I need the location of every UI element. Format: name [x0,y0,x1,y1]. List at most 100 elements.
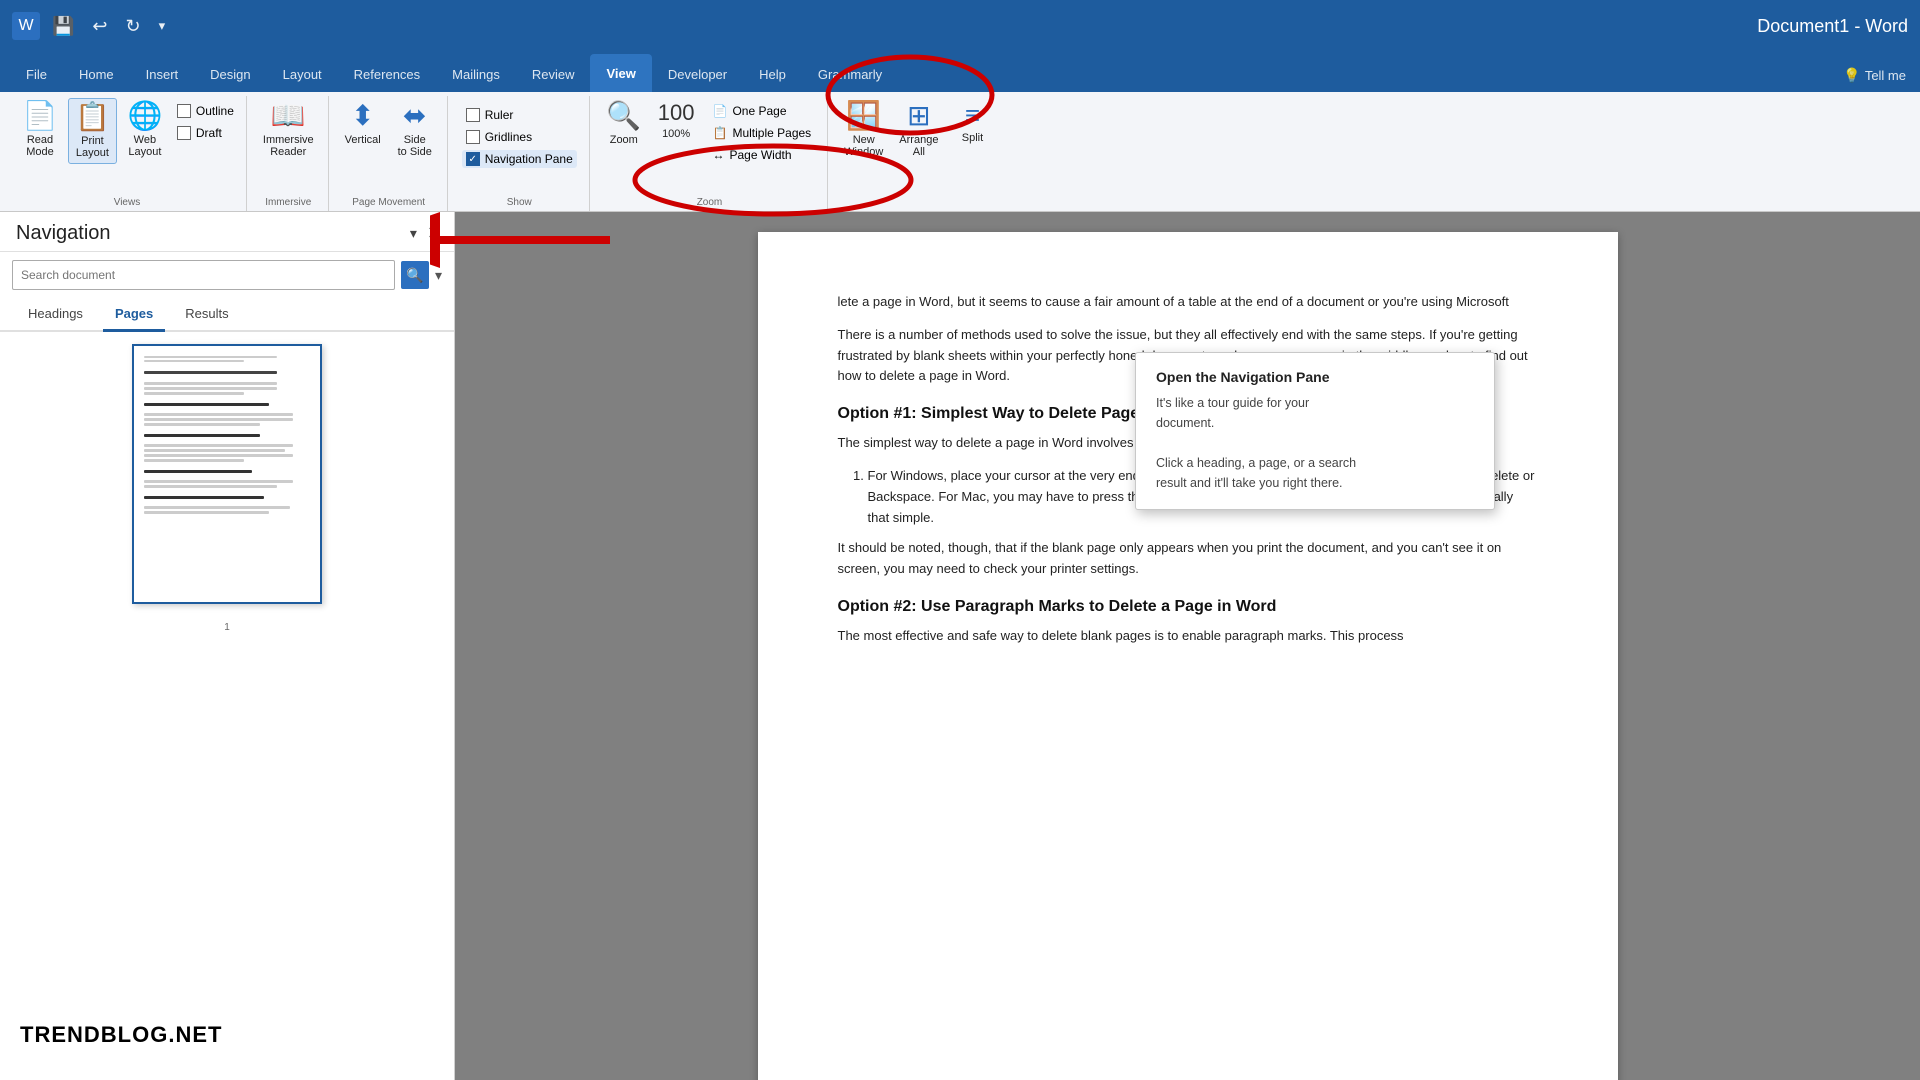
arrange-all-button[interactable]: ⊞ ArrangeAll [893,98,944,162]
vertical-button[interactable]: ⬍ Vertical [339,98,387,150]
redo-button[interactable]: ↻ [120,14,147,39]
page-width-button[interactable]: ↔ Page Width [709,146,816,164]
immersive-reader-icon: 📖 [271,102,306,130]
immersive-reader-button[interactable]: 📖 ImmersiveReader [257,98,320,162]
nav-search-dropdown[interactable]: ▾ [435,267,442,284]
thumbnail-content [134,346,320,524]
save-button[interactable]: 💾 [46,14,80,39]
tab-references[interactable]: References [338,56,436,92]
zoom-100-button[interactable]: 100 100% [652,98,701,144]
tab-mailings[interactable]: Mailings [436,56,516,92]
tell-me-search[interactable]: 💡 Tell me [1829,59,1920,92]
zoom-100-icon: 100 [658,102,695,124]
nav-page-thumbnail[interactable] [132,344,322,604]
zoom-options: 📄 One Page 📋 Multiple Pages ↔ Page Width [705,98,820,168]
tooltip-popup: Open the Navigation Pane It's like a tou… [1135,352,1495,510]
multiple-pages-button[interactable]: 📋 Multiple Pages [709,124,816,142]
tab-developer[interactable]: Developer [652,56,743,92]
show-group-label: Show [458,193,581,211]
undo-button[interactable]: ↩ [86,14,113,39]
zoom-group-label: Zoom [600,193,819,211]
outline-checkbox[interactable]: Outline [173,102,238,120]
ribbon-panel: 📄 ReadMode 📋 PrintLayout 🌐 WebLayout Out… [0,92,1920,212]
nav-pane-dropdown-arrow[interactable]: ▾ [410,225,417,242]
tab-home[interactable]: Home [63,56,130,92]
read-mode-button[interactable]: 📄 ReadMode [16,98,64,162]
side-to-side-button[interactable]: ⬌ Sideto Side [391,98,439,162]
tab-design[interactable]: Design [194,56,266,92]
views-buttons: 📄 ReadMode 📋 PrintLayout 🌐 WebLayout Out… [16,98,238,193]
nav-pane-close-button[interactable]: ✕ [427,223,442,244]
ruler-label: Ruler [485,108,514,122]
gridlines-label: Gridlines [485,130,532,144]
ribbon-group-zoom: 🔍 Zoom 100 100% 📄 One Page 📋 Multiple Pa… [592,96,828,211]
print-layout-label: PrintLayout [76,135,109,159]
gridlines-checkbox[interactable]: Gridlines [462,128,577,146]
zoom-buttons: 🔍 Zoom 100 100% 📄 One Page 📋 Multiple Pa… [600,98,819,193]
zoom-icon: 🔍 [606,102,641,130]
new-window-button[interactable]: 🪟 NewWindow [838,98,889,162]
one-page-label: One Page [732,104,786,118]
outline-checkbox-box [177,104,191,118]
customize-button[interactable]: ▾ [153,16,172,36]
draft-label: Draft [196,126,222,140]
draft-checkbox-box [177,126,191,140]
tab-layout[interactable]: Layout [267,56,338,92]
nav-tab-pages[interactable]: Pages [103,298,165,332]
one-page-button[interactable]: 📄 One Page [709,102,816,120]
vertical-label: Vertical [345,134,381,146]
arrange-all-label: ArrangeAll [899,134,938,158]
navigation-pane-checkbox-box: ✓ [466,152,480,166]
vertical-icon: ⬍ [351,102,374,130]
nav-tab-results[interactable]: Results [173,298,240,330]
tab-review[interactable]: Review [516,56,591,92]
side-to-side-icon: ⬌ [403,102,426,130]
nav-search-input[interactable] [12,260,395,290]
zoom-label: Zoom [610,134,638,146]
show-checkboxes: Ruler Gridlines ✓ Navigation Pane [458,98,581,176]
nav-pane-header: Navigation ▾ ✕ [0,212,454,252]
immersive-buttons: 📖 ImmersiveReader [257,98,320,193]
split-button[interactable]: ≡ Split [948,98,996,148]
nav-tabs: Headings Pages Results [0,298,454,332]
immersive-reader-label: ImmersiveReader [263,134,314,158]
multiple-pages-label: Multiple Pages [732,126,811,140]
draft-checkbox[interactable]: Draft [173,124,238,142]
ribbon-group-show: Ruler Gridlines ✓ Navigation Pane Show [450,96,590,211]
navigation-pane-checkbox[interactable]: ✓ Navigation Pane [462,150,577,168]
doc-para-1: lete a page in Word, but it seems to cau… [838,292,1538,313]
title-bar-left: W 💾 ↩ ↻ ▾ [12,12,171,40]
tooltip-title: Open the Navigation Pane [1156,369,1474,385]
arrange-all-icon: ⊞ [907,102,930,130]
ribbon-tabs: File Home Insert Design Layout Reference… [0,52,1920,92]
window-group-label [838,204,996,211]
ribbon-group-page-movement: ⬍ Vertical ⬌ Sideto Side Page Movement [331,96,448,211]
print-layout-button[interactable]: 📋 PrintLayout [68,98,117,164]
print-layout-icon: 📋 [75,103,110,131]
multi-page-icon: 📋 [713,126,728,140]
main-content: Navigation ▾ ✕ 🔍 ▾ Headings Pages Result… [0,212,1920,1080]
ruler-checkbox[interactable]: Ruler [462,106,577,124]
page-width-icon: ↔ [713,148,725,162]
word-icon: W [12,12,40,40]
new-window-icon: 🪟 [846,102,881,130]
views-group-label: Views [16,193,238,211]
page-icon: 📄 [713,104,728,118]
tab-file[interactable]: File [10,56,63,92]
tab-grammarly[interactable]: Grammarly [802,56,898,92]
web-layout-button[interactable]: 🌐 WebLayout [121,98,169,162]
doc-para-4: It should be noted, though, that if the … [838,538,1538,580]
doc-para-5: The most effective and safe way to delet… [838,626,1538,647]
web-layout-label: WebLayout [128,134,161,158]
zoom-button[interactable]: 🔍 Zoom [600,98,648,150]
tab-help[interactable]: Help [743,56,802,92]
nav-search-button[interactable]: 🔍 [401,261,429,289]
tab-view[interactable]: View [590,54,651,92]
read-mode-icon: 📄 [23,102,58,130]
tooltip-description: It's like a tour guide for your document… [1156,393,1474,493]
tab-insert[interactable]: Insert [130,56,195,92]
nav-tab-headings[interactable]: Headings [16,298,95,330]
navigation-pane: Navigation ▾ ✕ 🔍 ▾ Headings Pages Result… [0,212,455,1080]
navigation-pane-label: Navigation Pane [485,152,573,166]
nav-search-row: 🔍 ▾ [0,252,454,298]
